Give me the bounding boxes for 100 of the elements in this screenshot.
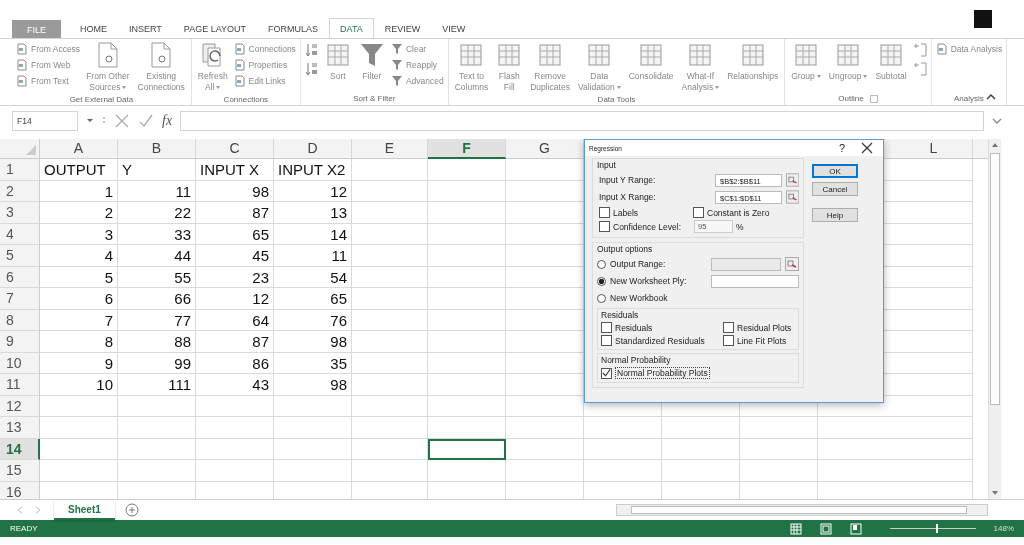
ribbon-button[interactable]: Flash Fill [494,41,525,93]
empty-cell[interactable] [352,223,428,245]
empty-cell[interactable] [274,417,352,439]
ribbon-button[interactable]: Clear [390,42,444,55]
ribbon-button[interactable]: Edit Links [233,74,296,87]
ribbon-tab[interactable]: INSERT [118,18,173,38]
empty-cell[interactable] [118,438,196,460]
checkbox[interactable] [601,322,612,333]
checkbox[interactable] [601,335,612,346]
radio-button[interactable] [597,293,606,303]
empty-cell[interactable] [428,223,506,245]
empty-cell[interactable] [428,374,506,396]
empty-cell[interactable] [196,417,274,439]
row-header[interactable]: 11 [0,374,40,396]
insert-function-button[interactable]: fx [162,113,173,129]
row-header[interactable]: 1 [0,159,40,181]
column-header[interactable]: E [352,139,428,159]
column-header[interactable]: G [506,139,584,159]
empty-cell[interactable] [274,460,352,482]
empty-cell[interactable] [352,438,428,460]
select-all-corner[interactable] [0,139,40,159]
checkbox[interactable] [693,207,704,218]
row-header[interactable]: 10 [0,352,40,374]
list-icon[interactable] [912,42,927,58]
checkbox[interactable] [599,207,610,218]
ribbon-button[interactable]: Refresh All [195,41,230,93]
ribbon-tab[interactable]: DATA [329,18,374,38]
empty-cell[interactable] [352,180,428,202]
empty-cell[interactable] [428,395,506,417]
column-header[interactable]: A [40,139,118,159]
ribbon-button[interactable]: Ungroup [826,41,870,92]
empty-cell[interactable] [428,266,506,288]
empty-cell[interactable] [274,395,352,417]
ribbon-button[interactable]: Group [789,41,823,92]
caret-icon[interactable] [86,118,94,124]
empty-cell[interactable] [352,374,428,396]
empty-cell[interactable] [428,202,506,224]
horizontal-scrollbar[interactable] [616,504,988,516]
empty-cell[interactable] [428,288,506,310]
empty-cells[interactable] [584,460,895,482]
dialog-button[interactable]: Help [812,208,858,222]
vertical-scrollbar[interactable] [988,139,1001,499]
ribbon-button[interactable]: Reapply [390,58,444,71]
empty-cell[interactable] [428,159,506,181]
empty-cell[interactable] [196,395,274,417]
checkbox[interactable] [723,335,734,346]
ribbon-button[interactable]: Sort [322,41,353,92]
collapse-icon[interactable] [986,93,996,101]
checkbox[interactable] [601,367,612,379]
empty-cell[interactable] [352,352,428,374]
add-sheet-icon[interactable] [124,503,139,517]
empty-cell[interactable] [352,202,428,224]
empty-cell[interactable] [352,309,428,331]
ribbon-button[interactable]: Existing Connections [135,41,187,93]
ribbon-button[interactable]: Properties [233,58,296,71]
ribbon-tab[interactable]: REVIEW [373,18,432,38]
close-icon[interactable] [861,142,873,154]
radio-button[interactable] [597,276,606,286]
page-layout-icon[interactable] [819,522,832,535]
ribbon-button[interactable]: Data Analysis [935,42,1003,55]
empty-cell[interactable] [352,288,428,310]
sort-icon[interactable] [304,61,319,77]
sheet-tab[interactable]: Sheet1 [54,500,115,520]
ribbon-button[interactable]: What-If Analysis [679,41,722,93]
empty-cell[interactable] [352,159,428,181]
column-header[interactable]: L [895,139,973,159]
sort-icon[interactable] [304,42,319,58]
range-picker-icon[interactable] [785,190,799,204]
help-button[interactable]: ? [838,142,845,154]
empty-cells[interactable] [584,417,895,439]
empty-cell[interactable] [274,438,352,460]
expand-icon[interactable] [992,117,1002,125]
row-header[interactable]: 2 [0,180,40,202]
sheet-name-field[interactable] [711,274,799,288]
empty-cell[interactable] [428,460,506,482]
empty-cell[interactable] [352,245,428,267]
list-icon[interactable] [912,61,927,77]
empty-cell[interactable] [118,460,196,482]
ribbon-button[interactable]: From Web [16,58,81,71]
row-header[interactable]: 8 [0,309,40,331]
empty-cell[interactable] [352,331,428,353]
checkbox[interactable] [723,322,734,333]
ribbon-button[interactable]: Filter [356,41,387,92]
active-cell[interactable] [428,438,506,460]
empty-cells[interactable] [584,438,895,460]
ribbon-tab[interactable]: FORMULAS [257,18,330,38]
row-header[interactable]: 12 [0,395,40,417]
ribbon-tab[interactable]: PAGE LAYOUT [172,18,258,38]
dialog-button[interactable]: OK [812,164,858,178]
dialog-launcher-icon[interactable] [869,94,878,103]
empty-cell[interactable] [196,438,274,460]
empty-cell[interactable] [118,417,196,439]
column-header[interactable]: C [196,139,274,159]
formula-input[interactable] [180,111,984,131]
empty-cell[interactable] [352,395,428,417]
ribbon-button[interactable]: Advanced [390,74,444,87]
empty-cell[interactable] [196,460,274,482]
row-header[interactable]: 7 [0,288,40,310]
ribbon-button[interactable]: Remove Duplicates [528,41,572,93]
empty-cell[interactable] [428,180,506,202]
